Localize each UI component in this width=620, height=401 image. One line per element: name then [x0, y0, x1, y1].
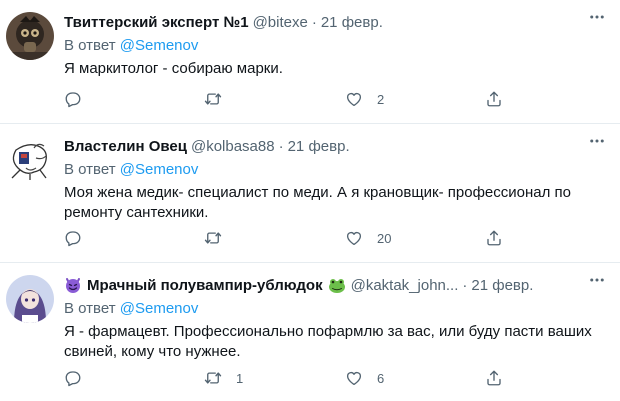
more-options-button[interactable]: [586, 269, 608, 291]
tweet-text: Я маркитолог - собираю марки.: [64, 60, 283, 77]
heart-icon: [346, 231, 362, 246]
reply-mention-link[interactable]: @Semenov: [120, 300, 199, 317]
retweet-button[interactable]: [204, 229, 236, 247]
reply-button[interactable]: [64, 90, 96, 108]
retweet-icon: [204, 372, 222, 384]
share-icon: [487, 91, 501, 107]
tweet-header: Твиттерский эксперт №1 @bitexe · 21 февр…: [64, 11, 606, 33]
like-count: 6: [377, 370, 385, 386]
share-button[interactable]: [485, 229, 503, 247]
reply-mention-link[interactable]: @Semenov: [120, 161, 199, 178]
tweet-content: Властелин Овец @kolbasa88 · 21 февр. В о…: [64, 135, 606, 223]
tweet-header: Мрачный полувампир-ублюдок @kaktak_john.…: [64, 274, 606, 296]
reply-feed: Твиттерский эксперт №1 @bitexe · 21 февр…: [0, 0, 620, 401]
share-icon: [487, 230, 501, 246]
reply-prefix: В ответ: [64, 37, 116, 54]
timestamp[interactable]: 21 февр.: [288, 138, 350, 155]
reply-prefix: В ответ: [64, 300, 116, 317]
avatar[interactable]: [6, 12, 54, 60]
retweet-icon: [204, 93, 222, 105]
author-name[interactable]: Мрачный полувампир-ублюдок: [87, 277, 323, 294]
reply-icon: [65, 371, 81, 387]
like-button[interactable]: 6: [345, 369, 384, 387]
reply-icon: [65, 231, 81, 247]
more-options-button[interactable]: [586, 6, 608, 28]
reply-context: В ответ @Semenov: [64, 35, 606, 57]
separator-dot: ·: [462, 276, 468, 294]
tweet[interactable]: Властелин Овец @kolbasa88 · 21 февр. В о…: [0, 124, 620, 263]
reply-context: В ответ @Semenov: [64, 159, 606, 181]
timestamp[interactable]: 21 февр.: [471, 277, 533, 294]
tweet-text: Моя жена медик- специалист по меди. А я …: [64, 184, 571, 221]
reply-button[interactable]: [64, 229, 96, 247]
retweet-icon: [204, 232, 222, 244]
tweet-header: Властелин Овец @kolbasa88 · 21 февр.: [64, 135, 606, 157]
author-name[interactable]: Твиттерский эксперт №1: [64, 14, 249, 31]
like-count: 20: [377, 230, 392, 246]
tweet[interactable]: Твиттерский эксперт №1 @bitexe · 21 февр…: [0, 0, 620, 124]
author-handle[interactable]: @kolbasa88: [191, 138, 275, 155]
separator-dot: ·: [311, 13, 317, 31]
avatar[interactable]: [6, 136, 54, 184]
heart-icon: [346, 92, 362, 107]
reply-button[interactable]: [64, 369, 96, 387]
retweet-button[interactable]: [204, 90, 236, 108]
share-button[interactable]: [485, 369, 503, 387]
more-horizontal-icon: [590, 139, 604, 143]
reply-icon: [65, 92, 81, 108]
reply-prefix: В ответ: [64, 161, 116, 178]
like-button[interactable]: 2: [345, 90, 384, 108]
reply-context: В ответ @Semenov: [64, 298, 606, 320]
retweet-count: 1: [236, 370, 244, 386]
share-icon: [487, 370, 501, 386]
separator-dot: ·: [278, 137, 284, 155]
more-horizontal-icon: [590, 278, 604, 282]
devil-face-emoji-icon: [66, 278, 80, 293]
tweet-text: Я - фармацевт. Профессионально пофармлю …: [64, 323, 592, 360]
like-count: 2: [377, 91, 385, 107]
share-button[interactable]: [485, 90, 503, 108]
more-horizontal-icon: [590, 15, 604, 19]
tweet-content: Твиттерский эксперт №1 @bitexe · 21 февр…: [64, 11, 606, 79]
retweet-button[interactable]: 1: [204, 369, 243, 387]
tweet-content: Мрачный полувампир-ублюдок @kaktak_john.…: [64, 274, 606, 362]
author-handle[interactable]: @kaktak_john...: [351, 277, 459, 294]
reply-mention-link[interactable]: @Semenov: [120, 37, 199, 54]
like-button[interactable]: 20: [345, 229, 391, 247]
avatar[interactable]: [6, 275, 54, 323]
heart-icon: [346, 371, 362, 386]
author-name[interactable]: Властелин Овец: [64, 138, 187, 155]
frog-face-emoji-icon: [328, 279, 345, 293]
timestamp[interactable]: 21 февр.: [321, 14, 383, 31]
author-handle[interactable]: @bitexe: [253, 14, 308, 31]
more-options-button[interactable]: [586, 130, 608, 152]
tweet[interactable]: Мрачный полувампир-ублюдок @kaktak_john.…: [0, 263, 620, 401]
